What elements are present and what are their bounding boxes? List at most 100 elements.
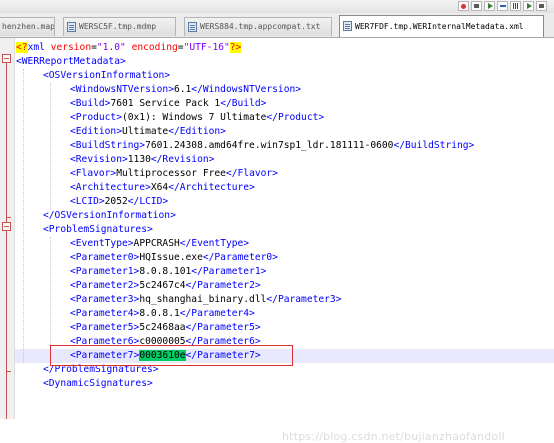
- code-line[interactable]: <Revision>1130</Revision>: [70, 153, 214, 167]
- token-tag: </Build>: [220, 98, 267, 109]
- token-attr: version: [50, 42, 92, 53]
- code-line[interactable]: <WERReportMetadata>: [16, 55, 126, 69]
- code-line[interactable]: <Edition>Ultimate</Edition>: [70, 125, 226, 139]
- token-tag: </Parameter0>: [202, 252, 278, 263]
- token-txt: HQIssue.exe: [139, 252, 203, 263]
- watermark: https://blog.csdn.net/bujianzhaofandoll: [282, 430, 505, 443]
- token-txt: 7601 Service Pack 1: [110, 98, 221, 109]
- token-tag: </Parameter5>: [185, 322, 261, 333]
- code-line[interactable]: <Parameter0>HQIssue.exe</Parameter0>: [70, 251, 278, 265]
- token-tag: <Parameter1>: [70, 266, 140, 277]
- token-txt: 7601.24308.amd64fre.win7sp1_ldr.181111-0…: [145, 140, 394, 151]
- token-tag: <EventType>: [70, 238, 134, 249]
- code-line[interactable]: <Parameter1>8.0.8.101</Parameter1>: [70, 265, 266, 279]
- code-line[interactable]: <OSVersionInformation>: [43, 69, 170, 83]
- code-line[interactable]: <EventType>APPCRASH</EventType>: [70, 237, 249, 251]
- tab-wersc5f-mdmp[interactable]: WERSC5F.tmp.mdmp: [63, 17, 176, 36]
- code-line[interactable]: <Product>(0x1): Windows 7 Ultimate</Prod…: [70, 111, 324, 125]
- run-macro-icon[interactable]: [523, 1, 534, 11]
- token-tag: <Parameter3>: [70, 294, 140, 305]
- code-line[interactable]: <BuildString>7601.24308.amd64fre.win7sp1…: [70, 139, 474, 153]
- fold-toggle-icon[interactable]: [2, 54, 11, 63]
- stop-icon[interactable]: [471, 1, 482, 11]
- token-tag: </Parameter3>: [266, 294, 342, 305]
- tab-label: WER7FDF.tmp.WERInternalMetadata.xml: [355, 22, 524, 31]
- indent-guide: [50, 83, 51, 209]
- file-icon: [188, 22, 197, 32]
- token-txt: 8.0.8.101: [139, 266, 192, 277]
- token-pi: ?>: [229, 42, 242, 53]
- code-line[interactable]: <Parameter2>5c2467c4</Parameter2>: [70, 279, 261, 293]
- record-icon[interactable]: [458, 1, 469, 11]
- token-tag: </Product>: [266, 112, 325, 123]
- token-tag: <Revision>: [70, 154, 128, 165]
- token-tag: <Parameter2>: [70, 280, 140, 291]
- tab-wers884-appcompat[interactable]: WERS884.tmp.appcompat.txt: [184, 17, 332, 36]
- fold-toggle-icon[interactable]: [2, 222, 11, 231]
- code-line[interactable]: <Build>7601 Service Pack 1</Build>: [70, 97, 266, 111]
- token-txt: Ultimate: [121, 126, 169, 137]
- fold-end-marker: [6, 217, 11, 218]
- code-line[interactable]: </OSVersionInformation>: [43, 209, 176, 223]
- toolbar: [0, 0, 554, 14]
- fold-margin[interactable]: [0, 38, 15, 419]
- tab-label: WERSC5F.tmp.mdmp: [79, 22, 157, 31]
- token-tag: </BuildString>: [393, 140, 475, 151]
- token-tag: xml: [27, 42, 51, 53]
- token-tag: <DynamicSignatures>: [43, 378, 153, 389]
- tab-label: WERS884.tmp.appcompat.txt: [200, 22, 321, 31]
- token-tag: </Revision>: [150, 154, 215, 165]
- token-txt: (0x1): Windows 7 Ultimate: [121, 112, 267, 123]
- annotation-box: [50, 345, 293, 366]
- tab-bar: henzhen.map WERSC5F.tmp.mdmp WERS884.tmp…: [0, 13, 554, 38]
- code-line[interactable]: <Flavor>Multiprocessor Free</Flavor>: [70, 167, 278, 181]
- token-pi: <?: [16, 42, 28, 53]
- token-tag: </Flavor>: [225, 168, 278, 179]
- token-tag: <Architecture>: [70, 182, 151, 193]
- token-tag: <Parameter0>: [70, 252, 140, 263]
- code-editor[interactable]: <?xml version="1.0" encoding="UTF-16"?> <…: [0, 38, 554, 443]
- code-line[interactable]: <DynamicSignatures>: [43, 377, 153, 391]
- token-tag: </Architecture>: [168, 182, 255, 193]
- code-line[interactable]: <Parameter5>5c2468aa</Parameter5>: [70, 321, 261, 335]
- tab-wer7fdf-internal-metadata[interactable]: WER7FDF.tmp.WERInternalMetadata.xml: [339, 15, 544, 37]
- token-tag: <WindowsNTVersion>: [70, 84, 174, 95]
- fold-line: [6, 260, 7, 419]
- play-icon[interactable]: [484, 1, 495, 11]
- token-txt: 2052: [104, 196, 128, 207]
- code-line[interactable]: <Parameter3>hq_shanghai_binary.dll</Para…: [70, 293, 341, 307]
- code-line[interactable]: <WindowsNTVersion>6.1</WindowsNTVersion>: [70, 83, 301, 97]
- token-str: "UTF-16": [183, 42, 230, 53]
- code-line[interactable]: <?xml version="1.0" encoding="UTF-16"?>: [16, 41, 242, 55]
- token-txt: Multiprocessor Free: [116, 168, 226, 179]
- token-txt: hq_shanghai_binary.dll: [139, 294, 267, 305]
- code-line[interactable]: <LCID>2052</LCID>: [70, 195, 168, 209]
- token-tag: </WindowsNTVersion>: [191, 84, 302, 95]
- token-tag: <Parameter4>: [70, 308, 140, 319]
- indent-guide: [23, 69, 24, 363]
- token-tag: <Build>: [70, 98, 111, 109]
- playback-icon[interactable]: [497, 1, 508, 11]
- show-whitespace-icon[interactable]: [536, 1, 547, 11]
- token-txt: X64: [150, 182, 169, 193]
- token-tag: <WERReportMetadata>: [16, 56, 126, 67]
- token-tag: <Product>: [70, 112, 122, 123]
- token-tag: </LCID>: [127, 196, 169, 207]
- token-txt: 1130: [127, 154, 151, 165]
- save-macro-icon[interactable]: [510, 1, 521, 11]
- token-txt: APPCRASH: [133, 238, 180, 249]
- token-tag: <BuildString>: [70, 140, 146, 151]
- token-tag: </Parameter4>: [179, 308, 255, 319]
- tab-henzhen-map[interactable]: henzhen.map: [0, 17, 55, 36]
- code-line[interactable]: <ProblemSignatures>: [43, 223, 153, 237]
- token-str: "1.0": [96, 42, 126, 53]
- code-line[interactable]: <Parameter4>8.0.8.1</Parameter4>: [70, 307, 255, 321]
- code-line[interactable]: <Architecture>X64</Architecture>: [70, 181, 255, 195]
- token-txt: 8.0.8.1: [139, 308, 180, 319]
- token-tag: </OSVersionInformation>: [43, 210, 176, 221]
- token-tag: </Edition>: [168, 126, 226, 137]
- token-tag: </EventType>: [179, 238, 250, 249]
- file-icon: [343, 21, 352, 31]
- token-tag: <Parameter5>: [70, 322, 140, 333]
- tab-label: henzhen.map: [2, 22, 55, 31]
